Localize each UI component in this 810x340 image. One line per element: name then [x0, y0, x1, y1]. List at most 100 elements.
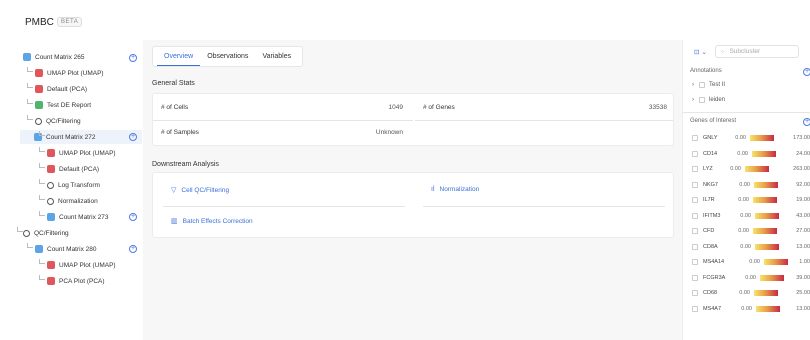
gene-row[interactable]: IFITM3 0.00 43.00	[692, 210, 810, 222]
tree-item-umap-plot[interactable]: UMAP Plot (UMAP)	[35, 66, 104, 80]
tree-item-test-de-report[interactable]: Test DE Report	[35, 98, 91, 112]
tree-item-normalization[interactable]: Normalization	[47, 194, 98, 208]
plot-icon	[47, 165, 55, 173]
gene-row[interactable]: GNLY 0.00 173.00	[692, 132, 810, 144]
app-title: PMBC	[25, 17, 54, 28]
gene-checkbox[interactable]	[692, 135, 698, 141]
annotation-checkbox[interactable]	[699, 97, 705, 103]
add-step-icon[interactable]: +	[129, 133, 137, 141]
gene-row[interactable]: CD68 0.00 25.00	[692, 287, 810, 299]
gene-min: 0.00	[737, 150, 748, 157]
tab-observations[interactable]: Observations	[200, 47, 255, 66]
gene-min: 0.00	[739, 290, 750, 296]
plot-icon	[47, 261, 55, 269]
divider	[683, 112, 810, 113]
gene-row[interactable]: IL7R 0.00 19.00	[692, 194, 810, 206]
tree-item-count-matrix-265[interactable]: Count Matrix 265	[23, 50, 85, 64]
gene-checkbox[interactable]	[692, 305, 698, 312]
gene-checkbox[interactable]	[692, 274, 698, 281]
tree-item-count-matrix-273[interactable]: Count Matrix 273	[47, 210, 109, 224]
gene-row[interactable]: FCGR3A 0.00 39.00	[692, 272, 810, 284]
gene-checkbox[interactable]	[692, 243, 698, 250]
selection-dropdown[interactable]: ⊡ ⌄	[689, 45, 709, 58]
gene-checkbox[interactable]	[692, 212, 698, 219]
gene-row[interactable]: CFD 0.00 27.00	[692, 225, 810, 237]
tree-item-qc-filtering[interactable]: QC/Filtering	[23, 226, 69, 240]
genes-label: # of Genes	[423, 104, 455, 111]
gene-name: CD68	[703, 290, 718, 296]
gene-row[interactable]: LYZ 0.00 263.00	[692, 163, 810, 175]
gene-color-scale	[755, 243, 779, 250]
main-content: Overview Observations Variables General …	[143, 40, 682, 340]
gene-checkbox[interactable]	[692, 150, 698, 157]
annotation-item[interactable]: › leiden	[692, 97, 725, 103]
subcluster-button[interactable]: ⁘ Subcluster	[715, 45, 799, 58]
gene-min: 0.00	[738, 228, 749, 234]
gene-row[interactable]: MS4A7 0.00 13.00	[692, 303, 810, 315]
divider	[153, 120, 413, 121]
tree-item-label: UMAP Plot (UMAP)	[59, 149, 116, 157]
annotation-item[interactable]: › Test II	[692, 82, 725, 88]
app-header: PMBC BETA	[0, 0, 810, 40]
annotation-checkbox[interactable]	[699, 82, 705, 88]
tree-item-label: Default (PCA)	[47, 85, 88, 93]
tree-connector	[27, 115, 33, 120]
gene-max: 27.00	[796, 228, 810, 234]
genes-title: Genes of Interest	[690, 118, 737, 124]
tab-variables[interactable]: Variables	[255, 47, 298, 66]
normalization-link[interactable]: ıl Normalization	[431, 186, 479, 193]
tree-item-default-pca[interactable]: Default (PCA)	[47, 162, 99, 176]
gene-name: NKG7	[703, 181, 718, 188]
tree-item-qc-filtering[interactable]: QC/Filtering	[35, 114, 81, 128]
tree-connector	[39, 179, 45, 184]
gene-row[interactable]: CD8A 0.00 13.00	[692, 241, 810, 253]
tree-item-default-pca[interactable]: Default (PCA)	[35, 82, 87, 96]
batch-effects-link[interactable]: ▥ Batch Effects Correction	[171, 217, 253, 226]
cell-qc-link[interactable]: ▽ Cell QC/Filtering	[171, 186, 229, 195]
tree-item-label: UMAP Plot (UMAP)	[47, 69, 104, 77]
gene-color-scale	[764, 259, 788, 265]
downstream-card: ▽ Cell QC/Filtering ıl Normalization ▥ B…	[152, 172, 674, 238]
cells-value: 1049	[388, 104, 403, 111]
tab-overview[interactable]: Overview	[157, 47, 201, 66]
gene-max: 24.00	[796, 150, 810, 157]
gene-min: 0.00	[739, 181, 750, 188]
gene-checkbox[interactable]	[692, 259, 698, 265]
add-annotation-icon[interactable]: +	[803, 68, 810, 76]
view-tabs: Overview Observations Variables	[152, 46, 304, 67]
add-step-icon[interactable]: +	[129, 245, 137, 253]
matrix-icon	[47, 213, 55, 221]
tree-item-label: Count Matrix 265	[35, 53, 85, 61]
right-panel: ⊡ ⌄ ⁘ Subcluster Annotations + › Test II…	[682, 40, 810, 340]
tree-connector	[39, 147, 45, 152]
tree-connector	[27, 99, 33, 104]
gene-row[interactable]: MS4A14 0.00 1.00	[692, 256, 810, 268]
gene-max: 263.00	[793, 166, 810, 172]
tree-connector	[27, 83, 33, 88]
tree-item-pca-plot[interactable]: PCA Plot (PCA)	[47, 274, 105, 288]
gene-checkbox[interactable]	[692, 197, 698, 203]
gene-name: CD8A	[703, 243, 718, 250]
gene-checkbox[interactable]	[692, 290, 698, 296]
add-step-icon[interactable]: +	[129, 213, 137, 221]
gene-name: GNLY	[703, 135, 718, 141]
gene-checkbox[interactable]	[692, 228, 698, 234]
gene-row[interactable]: CD14 0.00 24.00	[692, 148, 810, 160]
tree-item-count-matrix-280[interactable]: Count Matrix 280	[35, 242, 97, 256]
gene-min: 0.00	[749, 259, 760, 265]
gene-min: 0.00	[740, 243, 751, 250]
samples-label: # of Samples	[161, 129, 199, 136]
tree-item-umap-plot[interactable]: UMAP Plot (UMAP)	[47, 146, 116, 160]
tree-item-umap-plot[interactable]: UMAP Plot (UMAP)	[47, 258, 116, 272]
gene-color-scale	[750, 135, 774, 141]
tree-item-label: UMAP Plot (UMAP)	[59, 261, 116, 269]
gene-checkbox[interactable]	[692, 181, 698, 188]
tree-item-log-transform[interactable]: Log Transform	[47, 178, 100, 192]
gene-name: MS4A7	[703, 305, 722, 312]
add-gene-icon[interactable]: +	[803, 118, 810, 126]
gene-row[interactable]: NKG7 0.00 92.00	[692, 179, 810, 191]
gene-color-scale	[745, 166, 769, 172]
gene-checkbox[interactable]	[692, 166, 698, 172]
gene-color-scale	[754, 181, 778, 188]
add-step-icon[interactable]: +	[129, 54, 137, 62]
